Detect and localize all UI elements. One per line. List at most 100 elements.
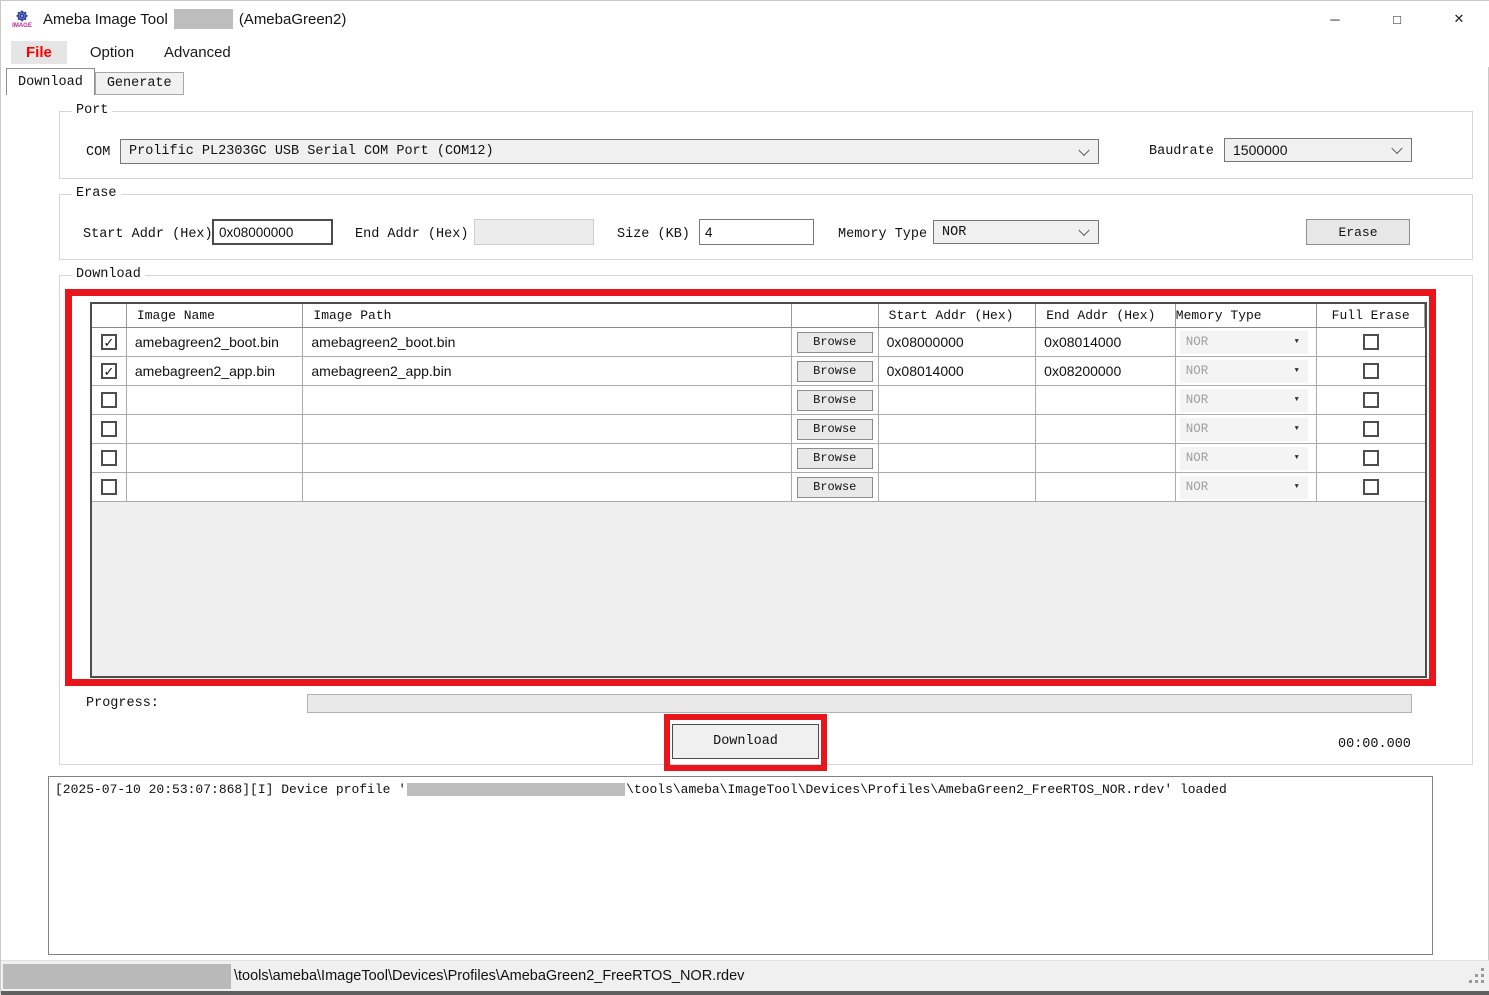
memory-type-value: NOR (1186, 480, 1209, 494)
table-row: Browse NOR ▼ (92, 386, 1425, 415)
log-redacted-path (407, 783, 625, 796)
memory-type-select[interactable]: NOR ▼ (1180, 418, 1308, 441)
memory-type-select[interactable]: NOR ▼ (1180, 476, 1308, 499)
browse-cell: Browse (792, 415, 879, 443)
row-select-cell (92, 386, 127, 414)
dropdown-arrow-icon: ▼ (1290, 447, 1304, 470)
end-addr-cell[interactable] (1036, 444, 1176, 472)
row-select-checkbox[interactable] (101, 479, 117, 495)
memory-type-select[interactable]: NOR ▼ (1180, 447, 1308, 470)
row-select-cell (92, 473, 127, 501)
baudrate-select[interactable]: 1500000 (1224, 138, 1412, 162)
browse-button[interactable]: Browse (797, 477, 873, 498)
start-addr-cell[interactable] (879, 473, 1037, 501)
image-path-cell[interactable] (303, 473, 792, 501)
image-name-cell[interactable] (127, 415, 303, 443)
full-erase-checkbox[interactable] (1363, 479, 1379, 495)
image-path-cell[interactable] (303, 444, 792, 472)
memory-type-select[interactable]: NOR ▼ (1180, 389, 1308, 412)
memory-type-cell: NOR ▼ (1176, 357, 1318, 385)
image-path-cell[interactable]: amebagreen2_app.bin (303, 357, 792, 385)
row-select-checkbox[interactable] (101, 421, 117, 437)
row-select-checkbox[interactable]: ✓ (101, 334, 117, 350)
erase-start-addr-input[interactable]: 0x08000000 (212, 219, 333, 245)
com-port-value: Prolific PL2303GC USB Serial COM Port (C… (129, 144, 494, 159)
browse-button[interactable]: Browse (797, 419, 873, 440)
full-erase-checkbox[interactable] (1363, 450, 1379, 466)
browse-button[interactable]: Browse (797, 448, 873, 469)
window-bottom-edge (1, 991, 1489, 995)
header-full-erase: Full Erase (1317, 304, 1425, 327)
chevron-down-icon (1078, 225, 1089, 236)
com-port-select[interactable]: Prolific PL2303GC USB Serial COM Port (C… (120, 139, 1099, 164)
com-label: COM (86, 145, 110, 160)
browse-cell: Browse (792, 473, 879, 501)
erase-end-addr-input (474, 219, 594, 245)
maximize-icon[interactable]: □ (1366, 1, 1428, 37)
memory-type-cell: NOR ▼ (1176, 386, 1318, 414)
browse-button[interactable]: Browse (797, 332, 873, 353)
full-erase-cell (1317, 386, 1425, 414)
menu-file[interactable]: File (11, 41, 67, 64)
start-addr-cell[interactable]: 0x08000000 (879, 328, 1037, 356)
window-title-suffix: (AmebaGreen2) (239, 11, 347, 28)
memory-type-cell: NOR ▼ (1176, 473, 1318, 501)
memory-type-select[interactable]: NOR ▼ (1180, 360, 1308, 383)
full-erase-checkbox[interactable] (1363, 363, 1379, 379)
header-image-path: Image Path (303, 304, 792, 327)
browse-button[interactable]: Browse (797, 361, 873, 382)
dropdown-arrow-icon: ▼ (1290, 476, 1304, 499)
image-name-cell[interactable] (127, 386, 303, 414)
row-select-checkbox[interactable] (101, 450, 117, 466)
dropdown-arrow-icon: ▼ (1290, 360, 1304, 383)
image-name-cell[interactable]: amebagreen2_app.bin (127, 357, 303, 385)
start-addr-cell[interactable] (879, 444, 1037, 472)
row-select-cell (92, 444, 127, 472)
image-path-cell[interactable]: amebagreen2_boot.bin (303, 328, 792, 356)
memory-type-cell: NOR ▼ (1176, 328, 1318, 356)
erase-memory-type-value: NOR (942, 225, 966, 240)
browse-button[interactable]: Browse (797, 390, 873, 411)
header-checkbox-column (92, 304, 127, 327)
row-select-cell: ✓ (92, 328, 127, 356)
tab-download[interactable]: Download (6, 68, 95, 95)
full-erase-checkbox[interactable] (1363, 392, 1379, 408)
progress-bar (307, 694, 1412, 713)
menu-option[interactable]: Option (75, 41, 149, 64)
row-select-checkbox[interactable]: ✓ (101, 363, 117, 379)
end-addr-cell[interactable] (1036, 473, 1176, 501)
image-name-cell[interactable]: amebagreen2_boot.bin (127, 328, 303, 356)
erase-button[interactable]: Erase (1306, 219, 1410, 245)
browse-cell: Browse (792, 444, 879, 472)
start-addr-cell[interactable]: 0x08014000 (879, 357, 1037, 385)
tab-generate[interactable]: Generate (95, 72, 184, 95)
image-path-cell[interactable] (303, 386, 792, 414)
image-name-cell[interactable] (127, 473, 303, 501)
end-addr-cell[interactable]: 0x08200000 (1036, 357, 1176, 385)
end-addr-cell[interactable] (1036, 415, 1176, 443)
memory-type-value: NOR (1186, 364, 1209, 378)
erase-size-input[interactable]: 4 (699, 219, 814, 245)
menu-advanced[interactable]: Advanced (149, 41, 246, 64)
minimize-icon[interactable]: ─ (1304, 1, 1366, 37)
start-addr-cell[interactable] (879, 415, 1037, 443)
browse-cell: Browse (792, 328, 879, 356)
progress-label: Progress: (86, 696, 159, 711)
close-icon[interactable]: ✕ (1428, 1, 1489, 37)
start-addr-cell[interactable] (879, 386, 1037, 414)
resize-grip-icon[interactable] (1481, 980, 1484, 983)
erase-memory-type-select[interactable]: NOR (933, 220, 1099, 244)
image-path-cell[interactable] (303, 415, 792, 443)
image-name-cell[interactable] (127, 444, 303, 472)
full-erase-checkbox[interactable] (1363, 421, 1379, 437)
download-groupbox: Download Image Name Image Path Start Add… (59, 275, 1473, 765)
memory-type-select[interactable]: NOR ▼ (1180, 331, 1308, 354)
row-select-checkbox[interactable] (101, 392, 117, 408)
download-button[interactable]: Download (672, 724, 819, 759)
end-addr-cell[interactable] (1036, 386, 1176, 414)
end-addr-cell[interactable]: 0x08014000 (1036, 328, 1176, 356)
tab-strip: Download Generate (1, 67, 1489, 95)
full-erase-checkbox[interactable] (1363, 334, 1379, 350)
chevron-down-icon (1391, 143, 1402, 154)
log-textarea[interactable]: [2025-07-10 20:53:07:868][I] Device prof… (48, 776, 1433, 955)
